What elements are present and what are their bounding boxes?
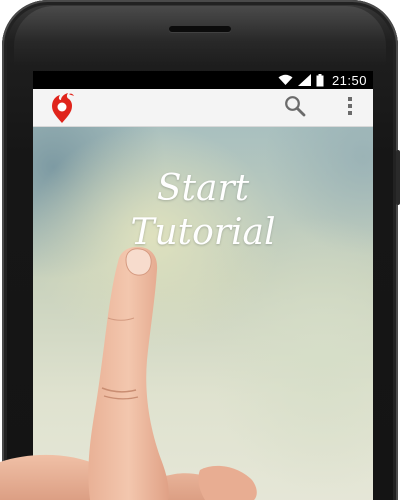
- power-button: [396, 150, 400, 205]
- wifi-icon: [278, 74, 293, 86]
- tutorial-background[interactable]: Start Tutorial: [33, 127, 373, 500]
- flame-pin-logo-icon[interactable]: [49, 92, 75, 124]
- signal-icon: [297, 74, 311, 86]
- search-icon: [284, 95, 306, 122]
- phone-gloss: [14, 6, 386, 66]
- overflow-menu-button[interactable]: [338, 93, 362, 123]
- phone-body: 21:50 Start Tutorial: [2, 0, 400, 500]
- search-button[interactable]: [280, 93, 310, 123]
- start-tutorial-title: Start Tutorial: [33, 167, 373, 255]
- phone-screen: 21:50 Start Tutorial: [33, 71, 373, 500]
- earpiece-speaker: [169, 26, 231, 32]
- title-line-tutorial: Tutorial: [130, 212, 276, 253]
- action-bar: [33, 89, 373, 127]
- status-bar: 21:50: [33, 71, 373, 89]
- phone-mockup-stage: 21:50 Start Tutorial: [0, 0, 400, 500]
- battery-icon: [316, 73, 324, 87]
- overflow-menu-icon: [347, 96, 353, 121]
- status-clock: 21:50: [331, 72, 367, 88]
- title-line-start: Start: [156, 168, 250, 209]
